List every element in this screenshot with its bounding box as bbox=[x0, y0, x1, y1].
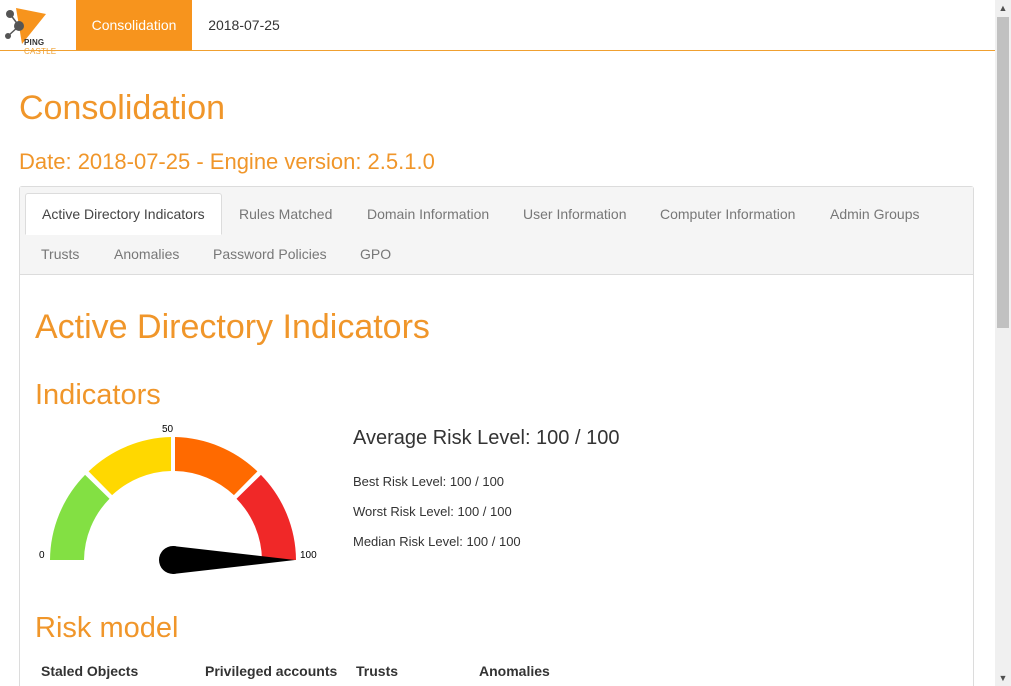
gauge-segment-green bbox=[50, 474, 110, 560]
best-risk-level: Best Risk Level: 100 / 100 bbox=[353, 474, 505, 489]
tab-gpo[interactable]: GPO bbox=[344, 234, 407, 274]
gauge-max-label: 100 bbox=[300, 550, 317, 561]
tab-trusts[interactable]: Trusts bbox=[25, 234, 95, 274]
tab-user-information[interactable]: User Information bbox=[507, 194, 642, 234]
section-title: Active Directory Indicators bbox=[35, 308, 430, 346]
risk-model-col-staled-objects: Staled Objects bbox=[41, 663, 139, 679]
average-risk-level: Average Risk Level: 100 / 100 bbox=[353, 427, 620, 449]
risk-model-col-privileged-accounts: Privileged accounts bbox=[205, 663, 338, 679]
scroll-down-arrow-icon[interactable]: ▼ bbox=[995, 670, 1011, 686]
tab-active-directory-indicators[interactable]: Active Directory Indicators bbox=[25, 193, 222, 235]
gauge-segment-red bbox=[236, 474, 296, 560]
tab-rules-matched[interactable]: Rules Matched bbox=[223, 194, 348, 234]
risk-model-col-trusts: Trusts bbox=[356, 663, 399, 679]
page-title: Consolidation bbox=[19, 89, 226, 127]
gauge-mid-label: 50 bbox=[162, 424, 174, 435]
risk-gauge: 0 50 100 bbox=[39, 424, 317, 574]
vertical-scrollbar[interactable]: ▲ ▼ bbox=[995, 0, 1011, 686]
page-subtitle: Date: 2018-07-25 - Engine version: 2.5.1… bbox=[19, 149, 435, 174]
indicators-heading: Indicators bbox=[35, 379, 161, 411]
worst-risk-level: Worst Risk Level: 100 / 100 bbox=[353, 504, 512, 519]
scrollbar-thumb[interactable] bbox=[997, 17, 1009, 328]
tab-password-policies[interactable]: Password Policies bbox=[197, 234, 343, 274]
pingcastle-logo[interactable]: PING CASTLE bbox=[2, 4, 74, 56]
risk-model-col-anomalies: Anomalies bbox=[479, 663, 550, 679]
tab-bar: Active Directory Indicators Rules Matche… bbox=[20, 187, 973, 275]
top-navbar: PING CASTLE Consolidation 2018-07-25 bbox=[0, 0, 995, 56]
nav-date[interactable]: 2018-07-25 bbox=[193, 0, 295, 50]
nav-consolidation[interactable]: Consolidation bbox=[76, 0, 192, 50]
tab-domain-information[interactable]: Domain Information bbox=[351, 194, 505, 234]
gauge-min-label: 0 bbox=[39, 550, 45, 561]
median-risk-level: Median Risk Level: 100 / 100 bbox=[353, 534, 521, 549]
risk-model-heading: Risk model bbox=[35, 612, 179, 644]
scroll-up-arrow-icon[interactable]: ▲ bbox=[995, 0, 1011, 16]
gauge-segment-orange bbox=[175, 437, 258, 496]
tab-admin-groups[interactable]: Admin Groups bbox=[814, 194, 935, 234]
tab-computer-information[interactable]: Computer Information bbox=[644, 194, 811, 234]
gauge-segment-yellow bbox=[88, 437, 171, 496]
tab-anomalies[interactable]: Anomalies bbox=[98, 234, 195, 274]
logo-text: PING CASTLE bbox=[24, 38, 57, 56]
